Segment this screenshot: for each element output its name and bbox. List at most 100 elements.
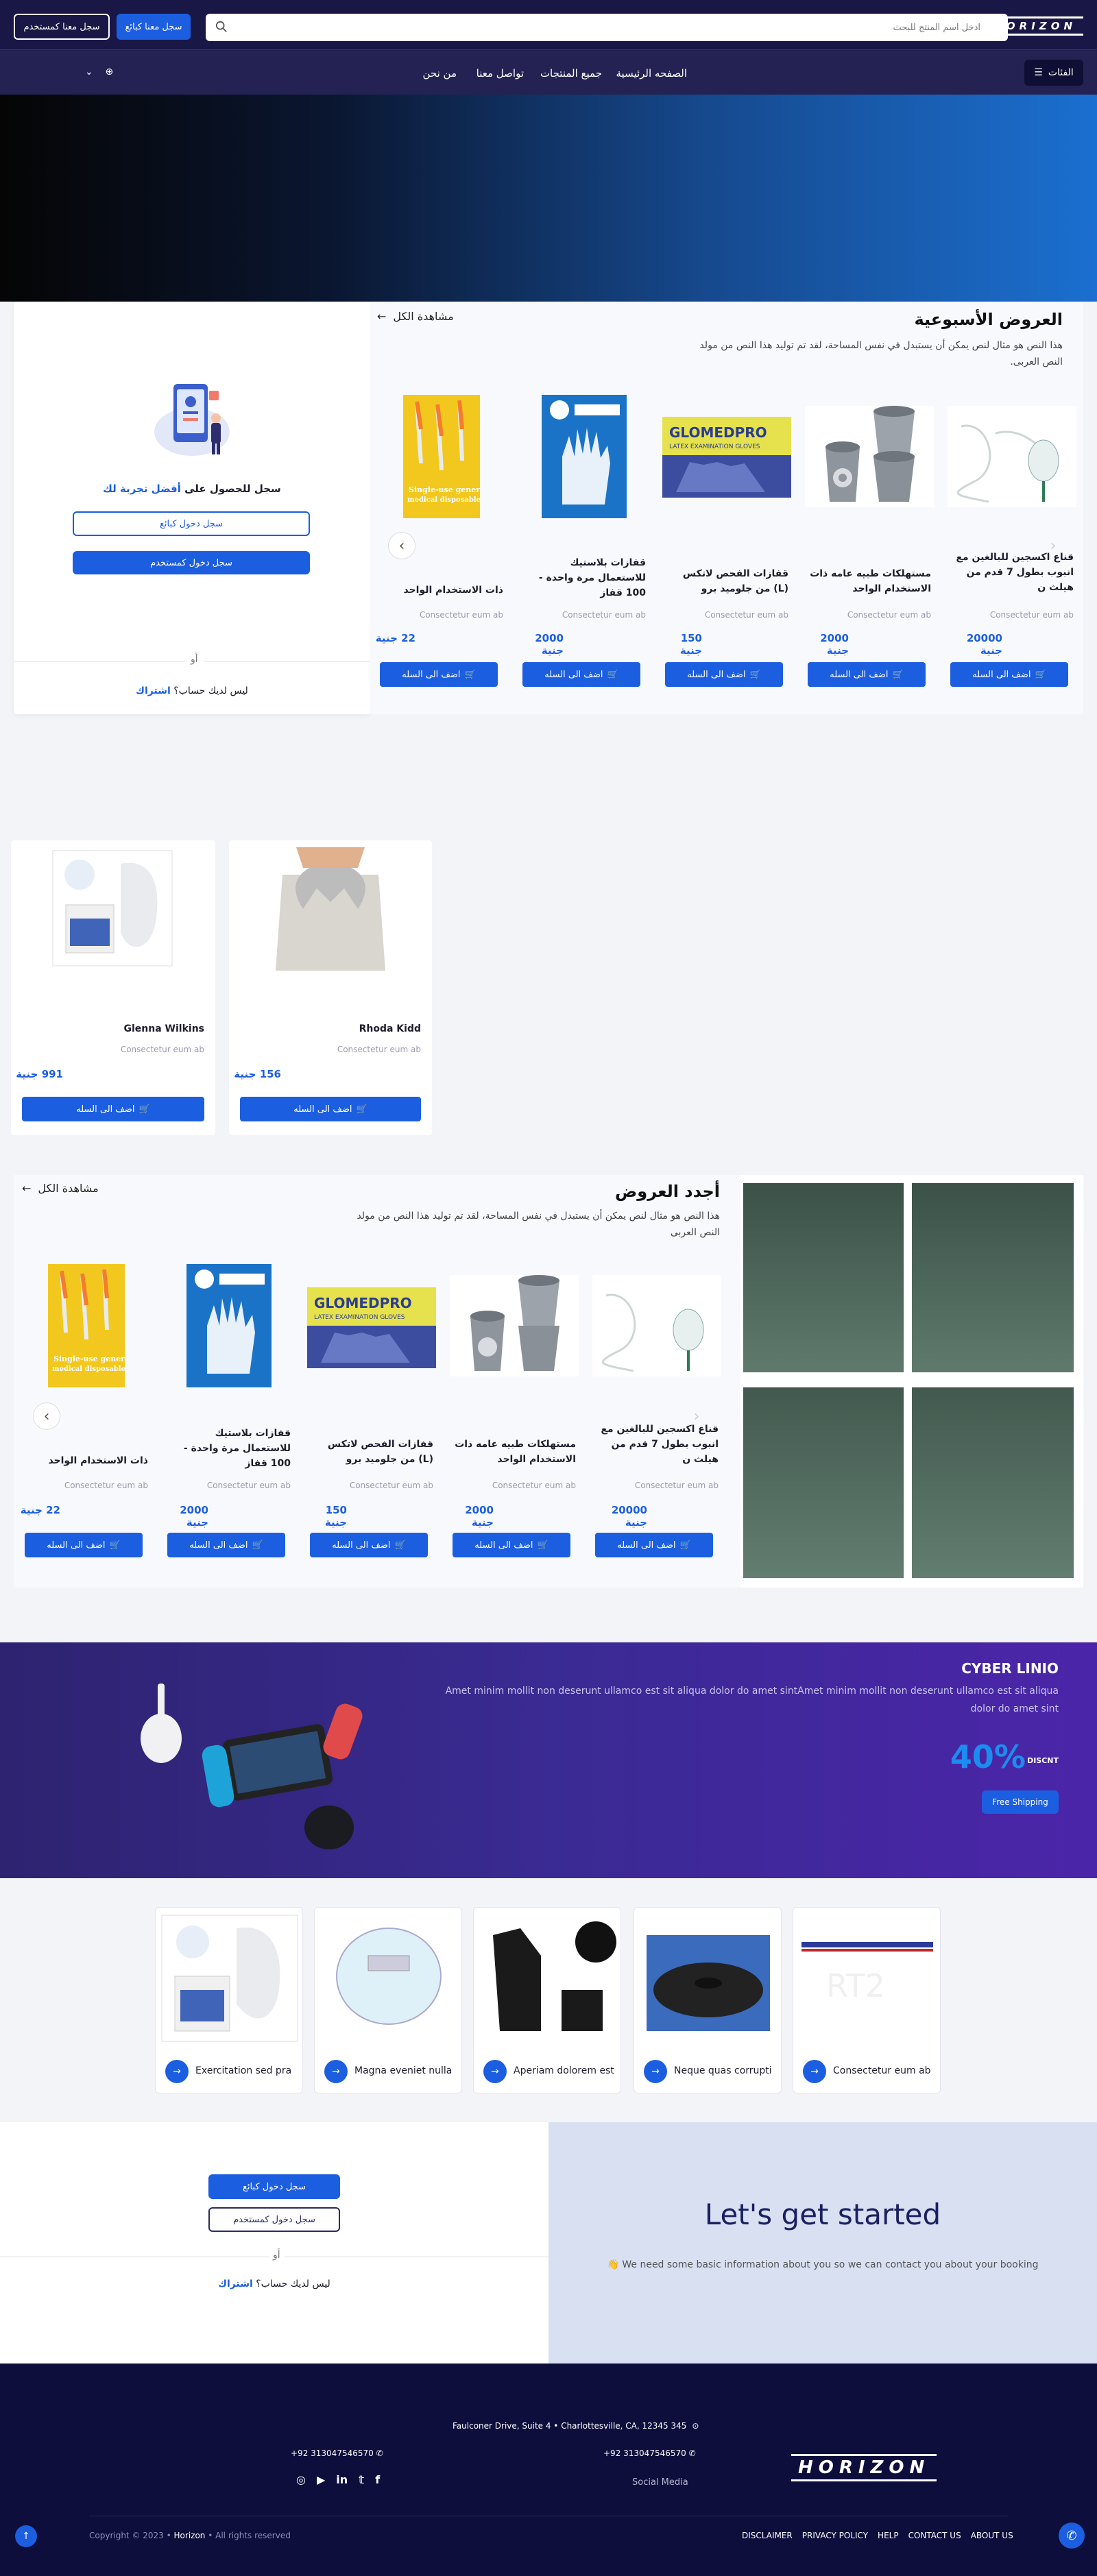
product-name[interactable]: قفازات بلاستيك للاستعمال مرة واحدة - 100… [522,555,646,600]
gallery-image-shirt[interactable] [912,1387,1074,1578]
arrow-right-icon[interactable]: → [483,2060,507,2083]
footer-link-disclaimer[interactable]: DISCLAIMER [742,2531,793,2540]
add-to-cart-button[interactable]: اضف الى السله 🛒 [665,662,783,687]
product-image-plastic-gloves[interactable] [542,395,627,518]
product-image-cups[interactable] [805,406,934,507]
arrow-right-icon[interactable]: → [644,2060,667,2083]
add-to-cart-button[interactable]: اضف الى السله 🛒 [240,1097,421,1121]
product-card[interactable]: GLOMEDPRO LATEX EXAMINATION GLOVES قفازا… [304,1275,439,1563]
arrow-right-icon[interactable]: → [803,2060,826,2083]
product-name[interactable]: قفازات الفحص لاتكس (L) من جلوميد برو [665,566,788,596]
login-user-button[interactable]: سجل دخول كمستخدم [73,551,310,574]
gallery-image-shirt[interactable] [912,1183,1074,1372]
product-card[interactable]: مستهلكات طبيه عامه ذات الاستخدام الواحد … [802,406,937,694]
gallery-image-shirt[interactable] [743,1183,904,1372]
carousel-next-button[interactable]: › [683,1402,710,1430]
register-user-button[interactable]: سجل معنا كمستخدم [14,14,110,40]
add-to-cart-button[interactable]: اضف الى السله 🛒 [595,1533,713,1557]
category-card[interactable]: RT2 → Consectetur eum ab [793,1907,941,2093]
carousel-prev-button[interactable]: ‹ [33,1402,60,1430]
footer-phone-1[interactable]: +92 313047546570 ✆ [291,2449,383,2458]
category-card[interactable]: → Magna eveniet nulla [314,1907,462,2093]
newest-view-all[interactable]: ← مشاهدة الكل [22,1182,99,1195]
add-to-cart-button[interactable]: اضف الى السله 🛒 [380,662,498,687]
search-input[interactable] [240,14,980,41]
nav-contact[interactable]: تواصل معنا [477,67,524,80]
product-image-cups[interactable] [450,1275,579,1376]
instagram-icon[interactable]: ◎ [296,2473,306,2486]
product-image-plastic-gloves[interactable] [186,1264,272,1387]
join-link[interactable]: اشتراك [218,2279,253,2289]
youtube-icon[interactable]: ▶ [317,2473,325,2486]
add-to-cart-button[interactable]: اضف الى السله 🛒 [453,1533,570,1557]
login-user-button[interactable]: سجل دخول كمستخدم [208,2207,340,2232]
add-to-cart-button[interactable]: اضف الى السله 🛒 [808,662,926,687]
arrow-right-icon[interactable]: → [324,2060,348,2083]
product-name[interactable]: Glenna Wilkins [124,1021,205,1036]
footer-link-privacy[interactable]: PRIVACY POLICY [802,2531,868,2540]
categories-button[interactable]: ☰ الفئات [1024,60,1083,86]
product-name[interactable]: قفازات بلاستيك للاستعمال مرة واحدة - 100… [167,1426,291,1471]
language-selector[interactable]: ⌄ ⊕ [85,66,113,77]
category-card[interactable]: → Aperiam dolorem est [473,1907,621,2093]
product-name[interactable]: مستهلكات طبيه عامه ذات الاستخدام الواحد [453,1437,576,1467]
category-image-scale[interactable] [320,1915,457,2042]
login-seller-button[interactable]: سجل دخول كبائع [73,511,310,536]
login-seller-button[interactable]: سجل دخول كبائع [208,2174,340,2199]
product-name[interactable]: مستهلكات طبيه عامه ذات الاستخدام الواحد [808,566,931,596]
footer-logo[interactable]: HORIZON [791,2454,937,2481]
product-card[interactable]: Glenna Wilkins Consectetur eum ab 991 جن… [11,840,215,1135]
linkedin-icon[interactable]: in [336,2473,348,2486]
add-to-cart-button[interactable]: اضف الى السله 🛒 [310,1533,428,1557]
carousel-next-button[interactable]: › [1039,532,1067,559]
register-seller-button[interactable]: سجل معنا كبائع [117,14,191,40]
category-card[interactable]: → Exercitation sed pra [155,1907,303,2093]
facebook-icon[interactable]: f [375,2473,380,2486]
product-image-oxygen-mask[interactable] [948,406,1076,507]
add-to-cart-button[interactable]: اضف الى السله 🛒 [167,1533,285,1557]
product-image-posture-brace[interactable] [269,847,392,971]
scroll-top-button[interactable]: ↑ [15,2525,37,2547]
join-link[interactable]: اشتراك [136,685,171,696]
carousel-prev-button[interactable]: ‹ [388,532,415,559]
twitter-icon[interactable]: 𝕥 [359,2473,364,2486]
footer-link-contact[interactable]: CONTACT US [908,2531,961,2540]
category-image-masks[interactable] [161,1915,298,2042]
product-image-masks[interactable] [52,850,173,967]
add-to-cart-button[interactable]: اضف الى السله 🛒 [25,1533,143,1557]
product-image-disposables[interactable]: Single-use general medical disposables [48,1264,125,1387]
gallery-image-shirt[interactable] [743,1387,904,1578]
product-image-latex-gloves[interactable]: GLOMEDPRO LATEX EXAMINATION GLOVES [307,1287,436,1368]
add-to-cart-button[interactable]: اضف الى السله 🛒 [22,1097,204,1121]
hero-banner[interactable] [0,95,1097,302]
add-to-cart-button[interactable]: اضف الى السله 🛒 [950,662,1068,687]
category-card[interactable]: → Neque quas corrupti [634,1907,782,2093]
product-image-oxygen-mask[interactable] [592,1275,721,1376]
product-card[interactable]: قفازات بلاستيك للاستعمال مرة واحدة - 100… [162,1264,296,1563]
weekly-view-all[interactable]: ← مشاهدة الكل [377,310,454,323]
product-card[interactable]: Rhoda Kidd Consectetur eum ab 156 جنية ا… [229,840,432,1135]
add-to-cart-button[interactable]: اضف الى السله 🛒 [522,662,640,687]
product-card[interactable]: مستهلكات طبيه عامه ذات الاستخدام الواحد … [447,1275,581,1563]
whatsapp-icon[interactable]: ✆ [1059,2523,1085,2549]
category-image-back-brace[interactable] [479,1915,616,2042]
product-name[interactable]: ذات الاستخدام الواحد [25,1453,148,1468]
promo-image-consoles[interactable] [130,1677,377,1855]
product-image-latex-gloves[interactable]: GLOMEDPRO LATEX EXAMINATION GLOVES [662,417,791,498]
free-shipping-button[interactable]: Free Shipping [982,1790,1059,1814]
category-image-tape[interactable]: RT2 [799,1915,936,2042]
product-name[interactable]: ذات الاستخدام الواحد [380,583,503,598]
nav-all-products[interactable]: جميع المنتجات [540,67,602,80]
search-icon[interactable] [215,21,228,36]
category-image-cushion[interactable] [640,1915,777,2042]
product-name[interactable]: قفازات الفحص لاتكس (L) من جلوميد برو [310,1437,433,1467]
footer-link-about[interactable]: ABOUT US [971,2531,1013,2540]
product-card[interactable]: GLOMEDPRO LATEX EXAMINATION GLOVES قفازا… [660,406,794,694]
search-bar[interactable] [206,14,1008,41]
footer-link-help[interactable]: HELP [878,2531,899,2540]
nav-about[interactable]: من نحن [423,67,457,80]
product-image-disposables[interactable]: Single-use general medical disposables [403,395,480,518]
footer-phone-2[interactable]: +92 313047546570 ✆ [603,2449,696,2458]
product-name[interactable]: Rhoda Kidd [359,1021,421,1036]
arrow-right-icon[interactable]: → [165,2060,189,2083]
